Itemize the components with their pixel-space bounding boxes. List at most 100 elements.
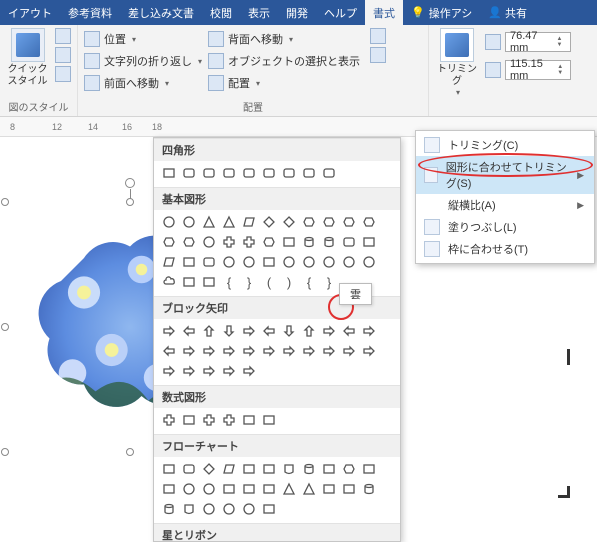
shape-item[interactable]: [320, 164, 338, 182]
shape-item[interactable]: [280, 480, 298, 498]
shape-item[interactable]: [260, 480, 278, 498]
shape-item[interactable]: [280, 233, 298, 251]
shape-item[interactable]: [280, 164, 298, 182]
shape-item[interactable]: [240, 233, 258, 251]
shape-item[interactable]: [160, 460, 178, 478]
shape-item[interactable]: [260, 253, 278, 271]
crop-mark-br[interactable]: [558, 486, 570, 498]
shape-item[interactable]: [180, 233, 198, 251]
shape-item[interactable]: [300, 164, 318, 182]
shape-item[interactable]: [360, 342, 378, 360]
shape-item[interactable]: [260, 164, 278, 182]
shape-item[interactable]: [160, 362, 178, 380]
shape-item[interactable]: {: [220, 273, 238, 291]
shape-item[interactable]: [260, 411, 278, 429]
shape-item[interactable]: [340, 233, 358, 251]
tab-references[interactable]: 参考資料: [60, 0, 120, 25]
shape-item[interactable]: [200, 273, 218, 291]
shape-item[interactable]: [240, 213, 258, 231]
handle-tc[interactable]: [126, 198, 134, 206]
shape-item[interactable]: [220, 233, 238, 251]
shape-item[interactable]: [360, 233, 378, 251]
shape-item[interactable]: [180, 500, 198, 518]
shape-item[interactable]: [280, 342, 298, 360]
shape-item[interactable]: (: [260, 273, 278, 291]
menu-fit[interactable]: 枠に合わせる(T): [416, 238, 594, 260]
shape-item[interactable]: [160, 253, 178, 271]
rotate-handle[interactable]: [125, 178, 135, 188]
shape-item[interactable]: [320, 213, 338, 231]
shape-item[interactable]: [200, 322, 218, 340]
menu-crop-to-shape[interactable]: 図形に合わせてトリミング(S)▶: [416, 156, 594, 194]
handle-tl[interactable]: [1, 198, 9, 206]
shape-item[interactable]: [200, 253, 218, 271]
shape-item[interactable]: [320, 233, 338, 251]
shape-item[interactable]: [160, 233, 178, 251]
tab-help[interactable]: ヘルプ: [316, 0, 365, 25]
shape-item[interactable]: [160, 322, 178, 340]
shape-item[interactable]: [240, 480, 258, 498]
tab-tellme[interactable]: 💡操作アシ: [403, 0, 480, 25]
shape-item[interactable]: [280, 213, 298, 231]
crop-button[interactable]: トリミング ▾: [435, 28, 479, 98]
wrap-text-button[interactable]: 文字列の折り返し▾: [84, 50, 202, 72]
shape-item[interactable]: [300, 480, 318, 498]
shape-item[interactable]: [360, 322, 378, 340]
shape-item[interactable]: [180, 273, 198, 291]
shape-item[interactable]: [180, 322, 198, 340]
shape-item[interactable]: }: [320, 273, 338, 291]
tab-format[interactable]: 書式: [365, 0, 403, 25]
shape-item[interactable]: [240, 500, 258, 518]
tab-view[interactable]: 表示: [240, 0, 278, 25]
document-canvas[interactable]: 四角形 基本図形 {}(){} 雲 ブロック矢印 数式図形 フローチャート 星と…: [0, 137, 597, 542]
shape-item[interactable]: [360, 480, 378, 498]
group-icon[interactable]: [370, 28, 386, 44]
shape-item[interactable]: [180, 411, 198, 429]
shape-item[interactable]: [180, 480, 198, 498]
tab-share[interactable]: 👤 共有: [480, 0, 535, 25]
shape-item[interactable]: [240, 164, 258, 182]
shape-item[interactable]: [360, 253, 378, 271]
shape-item[interactable]: [180, 253, 198, 271]
handle-bl[interactable]: [1, 448, 9, 456]
shape-item[interactable]: [260, 460, 278, 478]
shape-item[interactable]: [180, 213, 198, 231]
shape-item[interactable]: [200, 164, 218, 182]
shape-item[interactable]: [180, 460, 198, 478]
shape-item[interactable]: ): [280, 273, 298, 291]
shape-item[interactable]: [260, 342, 278, 360]
shape-item[interactable]: [180, 362, 198, 380]
tab-mailmerge[interactable]: 差し込み文書: [120, 0, 202, 25]
shape-item[interactable]: [260, 213, 278, 231]
shape-item[interactable]: [240, 253, 258, 271]
shape-item[interactable]: [300, 213, 318, 231]
shape-item[interactable]: [360, 213, 378, 231]
shape-item[interactable]: [220, 460, 238, 478]
shape-item[interactable]: [240, 460, 258, 478]
shape-item[interactable]: [200, 233, 218, 251]
shape-item[interactable]: [220, 480, 238, 498]
shape-item[interactable]: [220, 500, 238, 518]
crop-mark-mr[interactable]: [558, 349, 570, 365]
shape-item[interactable]: [220, 362, 238, 380]
shape-item[interactable]: [220, 213, 238, 231]
shape-item[interactable]: [340, 342, 358, 360]
shape-item[interactable]: [300, 322, 318, 340]
tab-review[interactable]: 校閲: [202, 0, 240, 25]
shape-item[interactable]: [340, 460, 358, 478]
shape-item[interactable]: [240, 342, 258, 360]
menu-aspect-ratio[interactable]: 縦横比(A)▶: [416, 194, 594, 216]
shape-item[interactable]: [200, 460, 218, 478]
border-icon[interactable]: [55, 28, 71, 44]
shape-item[interactable]: [280, 460, 298, 478]
shape-item[interactable]: [320, 253, 338, 271]
shape-item[interactable]: [200, 500, 218, 518]
tab-layout[interactable]: イアウト: [0, 0, 60, 25]
shape-item[interactable]: [320, 342, 338, 360]
shape-item[interactable]: [160, 411, 178, 429]
shape-item[interactable]: [340, 253, 358, 271]
shape-item[interactable]: [300, 460, 318, 478]
shape-item[interactable]: [340, 322, 358, 340]
shape-item[interactable]: [220, 253, 238, 271]
shape-item[interactable]: [220, 322, 238, 340]
